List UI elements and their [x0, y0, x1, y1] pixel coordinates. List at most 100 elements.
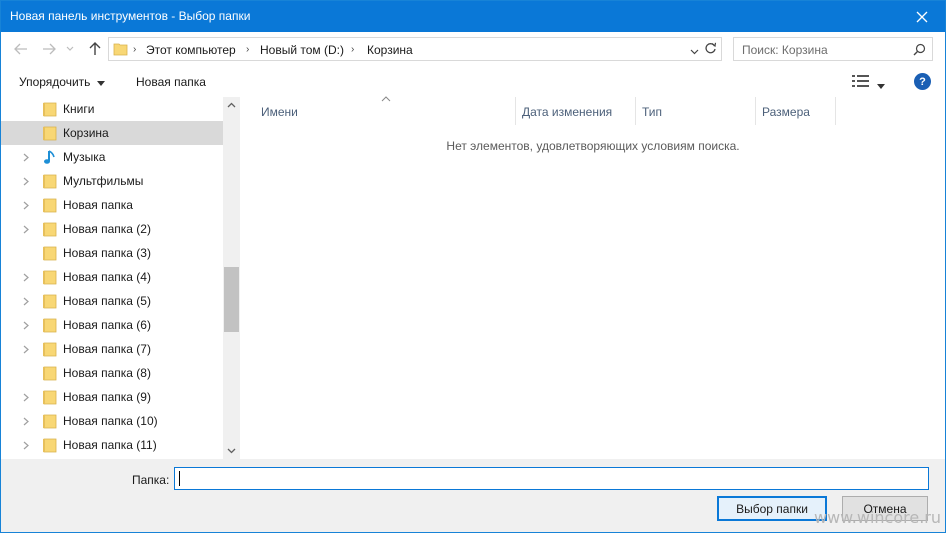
file-list-pane: Имени Дата изменения Тип Размера Нет эле… — [241, 96, 945, 459]
tree-item-label: Книги — [63, 102, 95, 116]
tree-item[interactable]: Новая папка (7) — [1, 337, 223, 361]
expand-chevron-icon[interactable] — [23, 199, 29, 213]
tree-item[interactable]: Новая папка (11) — [1, 433, 223, 457]
tree-item-label: Новая папка (2) — [63, 222, 151, 236]
expand-chevron-icon[interactable] — [23, 391, 29, 405]
tree-item[interactable]: Мультфильмы — [1, 169, 223, 193]
back-button[interactable] — [11, 39, 31, 59]
watermark-text: www.wincore.ru — [813, 508, 941, 527]
refresh-button[interactable] — [704, 42, 717, 58]
breadcrumb-separator-icon: › — [133, 44, 137, 55]
navigation-pane: Книги Корзина Музыка Мультфильмы Новая папка… — [1, 97, 241, 459]
folder-icon — [43, 317, 57, 336]
up-button[interactable] — [85, 39, 105, 59]
tree-item-label: Новая папка — [63, 198, 133, 212]
navigation-bar: › Этот компьютер › Новый том (D:) › Корз… — [1, 32, 945, 66]
text-caret — [179, 471, 180, 486]
column-header-name[interactable]: Имени — [255, 97, 516, 125]
folder-icon — [43, 341, 57, 360]
tree-item[interactable]: Музыка — [1, 145, 223, 169]
recent-locations-button[interactable] — [63, 39, 77, 59]
tree-item[interactable]: Корзина — [1, 121, 223, 145]
column-date-label: Дата изменения — [522, 105, 613, 119]
tree-item[interactable]: Новая папка (4) — [1, 265, 223, 289]
breadcrumb-this-pc[interactable]: Этот компьютер — [146, 43, 236, 57]
search-icon[interactable] — [913, 43, 926, 59]
breadcrumb-separator-icon: › — [351, 44, 355, 55]
caret-down-icon — [877, 84, 885, 89]
expand-chevron-icon[interactable] — [23, 415, 29, 429]
chevron-down-icon — [690, 49, 699, 55]
tree-scrollbar[interactable] — [223, 97, 240, 459]
expand-chevron-icon[interactable] — [23, 223, 29, 237]
search-input[interactable]: Поиск: Корзина — [733, 37, 933, 61]
column-name-label: Имени — [261, 105, 298, 119]
breadcrumb-drive[interactable]: Новый том (D:) — [260, 43, 344, 57]
folder-icon — [43, 293, 57, 312]
help-button[interactable]: ? — [914, 73, 931, 90]
tree-item-label: Новая папка (8) — [63, 366, 151, 380]
window-title: Новая панель инструментов - Выбор папки — [10, 9, 251, 23]
tree-item-label: Корзина — [63, 126, 109, 140]
close-button[interactable] — [899, 1, 945, 32]
empty-results-message: Нет элементов, удовлетворяющих условиям … — [446, 139, 740, 153]
column-type-label: Тип — [642, 105, 663, 119]
column-header-date-modified[interactable]: Дата изменения — [516, 97, 636, 125]
forward-button[interactable] — [39, 39, 59, 59]
address-history-button[interactable] — [690, 44, 699, 58]
folder-icon — [43, 173, 57, 192]
tree-item[interactable]: Новая папка (3) — [1, 241, 223, 265]
folder-icon — [43, 269, 57, 288]
expand-chevron-icon[interactable] — [23, 439, 29, 453]
tree-item[interactable]: Книги — [1, 97, 223, 121]
folder-picker-dialog: Новая панель инструментов - Выбор папки … — [0, 0, 946, 533]
tree-item-label: Новая папка (6) — [63, 318, 151, 332]
tree-item[interactable]: Новая папка (5) — [1, 289, 223, 313]
folder-icon — [43, 413, 57, 432]
arrow-left-icon — [14, 43, 27, 55]
folder-field-label: Папка: — [132, 473, 170, 487]
search-placeholder: Поиск: Корзина — [742, 43, 828, 57]
folder-icon — [43, 125, 57, 144]
footer-panel: Папка: Выбор папки Отмена www.wincore.ru — [1, 459, 945, 532]
tree-item[interactable]: Новая папка (2) — [1, 217, 223, 241]
expand-chevron-icon[interactable] — [23, 151, 29, 165]
tree-item[interactable]: Новая папка — [1, 193, 223, 217]
new-folder-button[interactable]: Новая папка — [136, 75, 206, 89]
tree-item[interactable]: Новая папка (6) — [1, 313, 223, 337]
column-size-label: Размера — [762, 105, 810, 119]
folder-icon — [43, 365, 57, 384]
scrollbar-thumb[interactable] — [224, 267, 239, 332]
folder-name-input[interactable] — [174, 467, 929, 490]
organize-button[interactable]: Упорядочить — [19, 75, 105, 89]
expand-chevron-icon[interactable] — [23, 175, 29, 189]
expand-chevron-icon[interactable] — [23, 343, 29, 357]
tree-item-label: Новая папка (11) — [63, 438, 157, 452]
tree-item-label: Новая папка (10) — [63, 414, 158, 428]
tree-item-label: Музыка — [63, 150, 106, 164]
view-options-button[interactable] — [852, 75, 870, 90]
tree-item-label: Новая папка (3) — [63, 246, 151, 260]
refresh-icon — [705, 42, 717, 54]
column-header-size[interactable]: Размера — [756, 97, 836, 125]
folder-icon — [43, 437, 57, 456]
tree-item[interactable]: Новая папка (8) — [1, 361, 223, 385]
tree-item[interactable]: Новая папка (9) — [1, 385, 223, 409]
folder-icon — [43, 389, 57, 408]
tree-item-label: Новая папка (9) — [63, 390, 151, 404]
select-folder-button[interactable]: Выбор папки — [717, 496, 827, 521]
folder-icon — [43, 101, 57, 120]
folder-icon — [43, 245, 57, 264]
expand-chevron-icon[interactable] — [23, 295, 29, 309]
column-header-type[interactable]: Тип — [636, 97, 756, 125]
folder-icon — [113, 43, 128, 56]
view-dropdown-button[interactable] — [877, 78, 885, 92]
title-bar: Новая панель инструментов - Выбор папки — [1, 1, 945, 32]
expand-chevron-icon[interactable] — [23, 271, 29, 285]
tree-item[interactable]: Новая папка (10) — [1, 409, 223, 433]
breadcrumb-current-folder[interactable]: Корзина — [367, 43, 413, 57]
music-icon — [43, 149, 57, 168]
expand-chevron-icon[interactable] — [23, 319, 29, 333]
tree-item-label: Новая папка (5) — [63, 294, 151, 308]
address-bar[interactable]: › Этот компьютер › Новый том (D:) › Корз… — [108, 37, 722, 61]
